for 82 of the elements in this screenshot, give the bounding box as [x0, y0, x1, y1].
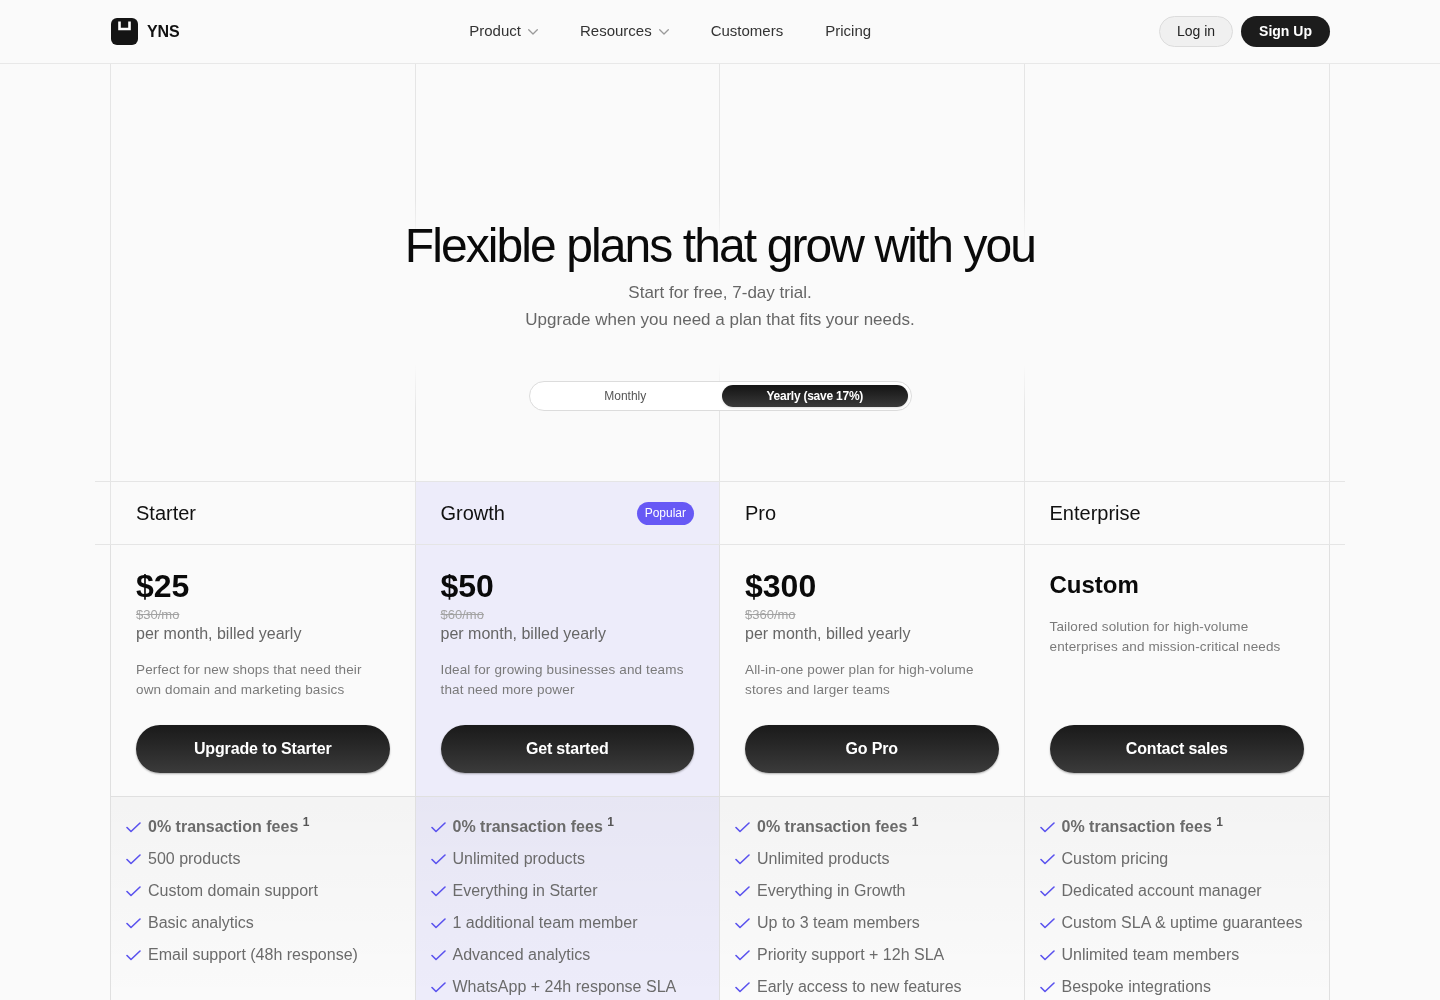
check-icon: [1039, 853, 1055, 865]
billing-period-tab[interactable]: Yearly (save 17%): [722, 385, 908, 407]
plan-description: Tailored solution for high-volume enterprises and mission-critical needs: [1049, 618, 1282, 656]
check-icon: [430, 917, 446, 929]
original-price: $30/mo: [136, 606, 180, 624]
check-icon: [735, 949, 750, 961]
feature-label: Early access to new features: [757, 977, 962, 997]
feature-label: Priority support + 12h SLA: [757, 945, 945, 965]
billing-period-tab[interactable]: Monthly: [532, 385, 718, 407]
feature-label: Advanced analytics: [452, 945, 591, 965]
check-icon: [735, 853, 750, 865]
feature-label: Unlimited team members: [1061, 945, 1240, 965]
nav-link[interactable]: Pricing: [825, 20, 872, 43]
page-title: Flexible plans that grow with you: [404, 218, 1036, 274]
billing-period: per month, billed yearly: [136, 624, 302, 644]
check-icon: [735, 917, 750, 929]
plan-name: Starter: [136, 501, 197, 526]
nav-link[interactable]: Product: [469, 20, 538, 43]
plan-description: Perfect for new shops that need their own domain and marketing basics: [136, 661, 363, 699]
check-icon: [735, 885, 750, 897]
feature-label: Email support (48h response): [148, 945, 358, 965]
feature-label: 0% transaction fees $^{1}$: [452, 815, 614, 837]
check-icon: [1039, 885, 1055, 897]
logo-icon: [111, 18, 138, 45]
hero-subtitle: Start for free, 7-day trial.: [628, 282, 812, 304]
nav-link[interactable]: Customers: [710, 20, 784, 43]
plan-name: Growth: [440, 501, 505, 526]
check-icon: [430, 885, 446, 897]
signup-button[interactable]: Sign Up: [1241, 16, 1330, 47]
price-amount: Custom: [1049, 570, 1139, 600]
check-icon: [430, 853, 446, 865]
hero-subtitle: Upgrade when you need a plan that fits your needs.: [525, 309, 915, 331]
price-amount: $50: [440, 567, 495, 606]
price-amount: $25: [136, 567, 191, 606]
check-icon: [126, 821, 141, 833]
feature-label: 0% transaction fees $^{1}$: [148, 815, 310, 837]
check-icon: [1039, 981, 1055, 993]
check-icon: [126, 853, 141, 865]
check-icon: [735, 981, 750, 993]
feature-label: 500 products: [148, 849, 241, 869]
plan-description: All-in-one power plan for high-volume stores and larger teams: [745, 661, 975, 699]
plan-cta-button[interactable]: Go Pro: [745, 725, 999, 773]
check-icon: [430, 949, 446, 961]
login-button[interactable]: Log in: [1158, 16, 1234, 47]
check-icon: [735, 821, 750, 833]
feature-label: 0% transaction fees $^{1}$: [1061, 815, 1223, 837]
plan-cta-button[interactable]: Upgrade to Starter: [136, 725, 390, 773]
plan-cta-button[interactable]: Contact sales: [1049, 725, 1304, 773]
check-icon: [1039, 949, 1055, 961]
plan-description: Ideal for growing businesses and teams that need more power: [440, 661, 685, 699]
check-icon: [430, 821, 446, 833]
feature-label: Everything in Growth: [757, 881, 906, 901]
feature-label: Bespoke integrations: [1061, 977, 1211, 997]
check-icon: [126, 949, 141, 961]
billing-period: per month, billed yearly: [440, 624, 606, 644]
plan-cta-button[interactable]: Get started: [440, 725, 694, 773]
feature-label: Up to 3 team members: [757, 913, 920, 933]
feature-label: Unlimited products: [757, 849, 890, 869]
nav-link[interactable]: Resources: [580, 20, 669, 43]
brand-name: YNS: [147, 21, 180, 42]
check-icon: [1039, 821, 1055, 833]
popular-badge: Popular: [636, 501, 694, 525]
feature-label: Dedicated account manager: [1061, 881, 1262, 901]
feature-label: Unlimited products: [452, 849, 585, 869]
feature-label: WhatsApp + 24h response SLA: [452, 977, 677, 997]
billing-period: per month, billed yearly: [745, 624, 911, 644]
feature-label: Custom SLA & uptime guarantees: [1061, 913, 1303, 933]
original-price: $360/mo: [745, 606, 796, 624]
price-amount: $300: [745, 567, 818, 606]
feature-label: 1 additional team member: [452, 913, 638, 933]
plan-name: Pro: [745, 501, 777, 526]
plan-name: Enterprise: [1049, 501, 1141, 526]
feature-label: Everything in Starter: [452, 881, 598, 901]
original-price: $60/mo: [440, 606, 484, 624]
check-icon: [430, 981, 446, 993]
feature-label: Basic analytics: [148, 913, 254, 933]
check-icon: [126, 885, 141, 897]
check-icon: [126, 917, 141, 929]
check-icon: [1039, 917, 1055, 929]
feature-label: Custom domain support: [148, 881, 318, 901]
feature-label: Custom pricing: [1061, 849, 1169, 869]
feature-label: 0% transaction fees $^{1}$: [757, 815, 919, 837]
